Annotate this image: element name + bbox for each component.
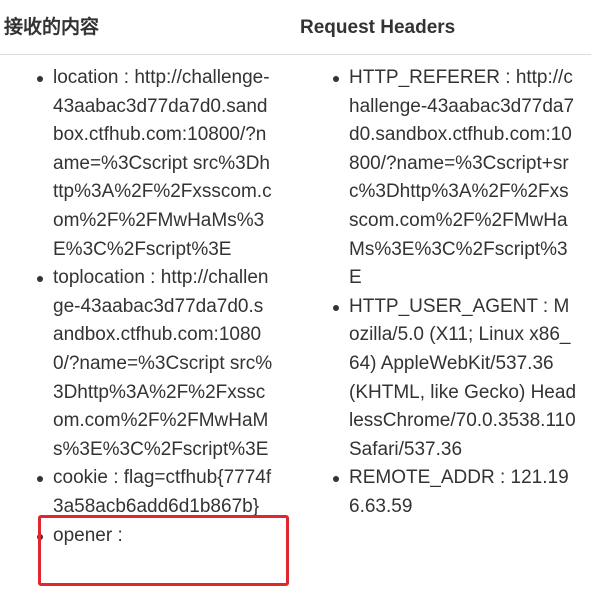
- list-item-cookie: cookie : flag=ctfhub{7774f3a58acb6add6d1…: [36, 464, 273, 521]
- cookie-highlight-box: [38, 515, 289, 586]
- list-item-http-user-agent: HTTP_USER_AGENT : Mozilla/5.0 (X11; Linu…: [332, 293, 576, 465]
- toplocation-key: toplocation: [53, 267, 145, 289]
- remote-addr-key: REMOTE_ADDR: [349, 467, 495, 489]
- received-content-column: location : http://challenge-43aabac3d77d…: [36, 64, 286, 550]
- cookie-key: cookie: [53, 467, 108, 489]
- request-headers-list: HTTP_REFERER : http://challenge-43aabac3…: [332, 64, 582, 522]
- http-referer-key: HTTP_REFERER: [349, 67, 500, 88]
- received-content-list: location : http://challenge-43aabac3d77d…: [36, 64, 286, 550]
- list-item-location: location : http://challenge-43aabac3d77d…: [36, 64, 273, 264]
- http-user-agent-key: HTTP_USER_AGENT: [349, 295, 538, 317]
- request-headers-column: HTTP_REFERER : http://challenge-43aabac3…: [332, 64, 582, 522]
- received-content-heading: 接收的内容: [4, 17, 100, 38]
- list-item-http-referer: HTTP_REFERER : http://challenge-43aabac3…: [332, 64, 576, 293]
- toplocation-value: http://challenge-43aabac3d77da7d0.sandbo…: [53, 267, 273, 460]
- list-item-remote-addr: REMOTE_ADDR : 121.196.63.59: [332, 464, 576, 521]
- request-headers-heading: Request Headers: [300, 17, 456, 38]
- list-item-toplocation: toplocation : http://challenge-43aabac3d…: [36, 264, 273, 464]
- location-key: location: [53, 67, 119, 88]
- table-header: 接收的内容 Request Headers: [0, 0, 591, 55]
- http-referer-value: http://challenge-43aabac3d77da7d0.sandbo…: [349, 67, 575, 289]
- http-user-agent-value: Mozilla/5.0 (X11; Linux x86_64) AppleWeb…: [349, 295, 577, 460]
- location-value: http://challenge-43aabac3d77da7d0.sandbo…: [53, 67, 272, 260]
